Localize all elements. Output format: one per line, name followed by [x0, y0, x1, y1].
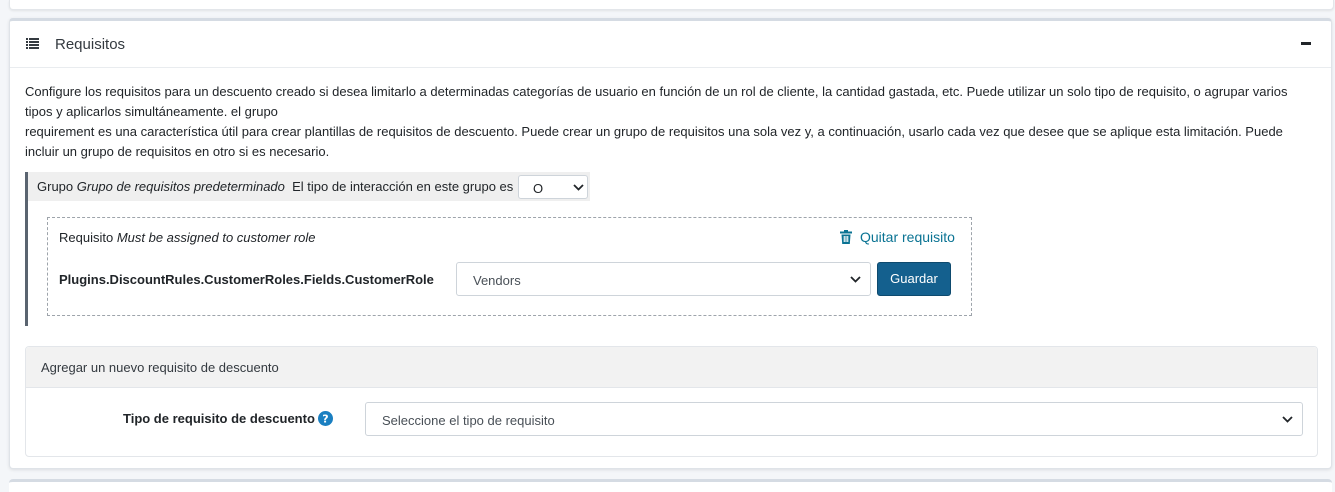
requirement-type-label: Tipo de requisito de descuento	[123, 411, 315, 426]
customer-role-select[interactable]: Vendors	[456, 262, 871, 296]
add-requirement-title: Agregar un nuevo requisito de descuento	[41, 360, 279, 375]
group-label: Grupo Grupo de requisitos predeterminado…	[37, 179, 513, 194]
description-line-1: Configure los requisitos para un descuen…	[25, 84, 1288, 119]
requirement-type-placeholder: Seleccione el tipo de requisito	[382, 413, 555, 428]
minus-icon[interactable]	[1301, 42, 1311, 45]
chevron-down-icon	[1282, 416, 1293, 423]
customer-role-value: Vendors	[473, 273, 521, 288]
group-name: Grupo de requisitos predeterminado	[76, 179, 285, 194]
trash-icon	[840, 230, 852, 244]
question-circle-icon[interactable]: ?	[318, 411, 333, 426]
svg-text:?: ?	[322, 413, 328, 426]
previous-card-bottom	[9, 0, 1334, 10]
card-header[interactable]: Requisitos	[10, 21, 1331, 68]
requirement-name: Must be assigned to customer role	[116, 230, 316, 245]
description: Configure los requisitos para un descuen…	[25, 82, 1315, 162]
interaction-type-value: O	[533, 181, 544, 196]
chevron-down-icon	[850, 276, 861, 283]
chevron-down-icon	[573, 184, 584, 191]
card-title: Requisitos	[55, 36, 126, 53]
list-icon	[26, 38, 39, 49]
next-card-top	[9, 479, 1332, 492]
interaction-type-select[interactable]: O	[518, 175, 588, 199]
add-requirement-panel: Agregar un nuevo requisito de descuento …	[25, 346, 1318, 457]
requirement-box: Requisito Must be assigned to customer r…	[47, 217, 972, 316]
save-button[interactable]: Guardar	[877, 262, 951, 296]
requirement-prefix: Requisito	[59, 230, 114, 245]
customer-role-field-label: Plugins.DiscountRules.CustomerRoles.Fiel…	[59, 272, 434, 287]
requirements-card: Requisitos Configure los requisitos para…	[9, 18, 1332, 469]
requirement-label: Requisito Must be assigned to customer r…	[59, 230, 316, 245]
requirement-type-select[interactable]: Seleccione el tipo de requisito	[365, 402, 1303, 436]
group-header: Grupo Grupo de requisitos predeterminado…	[28, 172, 590, 201]
group-prefix: Grupo	[37, 179, 74, 194]
add-requirement-header: Agregar un nuevo requisito de descuento	[26, 347, 1317, 388]
interaction-label: El tipo de interacción en este grupo es	[292, 179, 514, 194]
description-line-2: requirement es una característica útil p…	[25, 124, 1283, 159]
remove-requirement-label: Quitar requisito	[860, 229, 955, 245]
